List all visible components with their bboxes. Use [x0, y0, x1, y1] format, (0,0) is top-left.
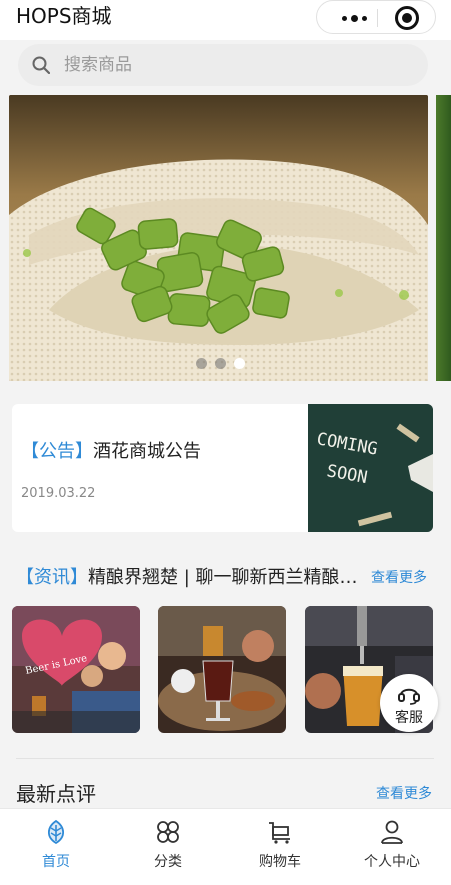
carousel-indicator — [196, 358, 245, 369]
header: HOPS商城 — [0, 0, 451, 40]
news-tag: 【资讯】 — [16, 567, 88, 588]
next-slide-peek — [436, 95, 451, 381]
news-more-link[interactable]: 查看更多 — [371, 568, 427, 588]
news-headline[interactable]: 【资讯】精酿界翘楚 | 聊一聊新西兰精酿… — [16, 566, 356, 590]
customer-service-button[interactable]: 客服 — [380, 674, 438, 732]
news-thumbnails: Beer is Love — [12, 606, 433, 733]
headset-icon — [398, 688, 420, 705]
coming-soon-image: COMING SOON — [308, 404, 433, 532]
search-icon — [32, 56, 50, 74]
news-text: 精酿界翘楚 | 聊一聊新西兰精酿… — [88, 567, 356, 588]
carousel-dot[interactable] — [196, 358, 207, 369]
capsule-divider — [377, 9, 378, 27]
section-divider — [16, 758, 434, 759]
customer-service-label: 客服 — [395, 710, 423, 726]
leaf-icon — [47, 819, 65, 845]
tab-profile[interactable]: 个人中心 — [336, 809, 448, 885]
announcement-tag: 【公告】 — [21, 441, 93, 462]
more-icon[interactable] — [331, 8, 377, 28]
cart-icon — [269, 822, 290, 844]
tab-label: 个人中心 — [364, 854, 420, 870]
carousel-dot-active[interactable] — [234, 358, 245, 369]
tab-home[interactable]: 首页 — [0, 809, 112, 885]
banner-carousel[interactable] — [9, 95, 428, 381]
tab-cart[interactable]: 购物车 — [224, 809, 336, 885]
app-title: HOPS商城 — [16, 4, 112, 28]
reviews-more-link[interactable]: 查看更多 — [376, 784, 432, 804]
tab-label: 首页 — [42, 854, 70, 870]
announcement-title: 【公告】酒花商城公告 — [21, 440, 201, 464]
search-placeholder: 搜索商品 — [64, 55, 132, 75]
mini-program-capsule — [316, 0, 436, 34]
news-header: 【资讯】精酿界翘楚 | 聊一聊新西兰精酿… 查看更多 — [16, 566, 434, 592]
tab-label: 购物车 — [259, 854, 301, 870]
tab-category[interactable]: 分类 — [112, 809, 224, 885]
bottom-tab-bar: 首页 分类 购物车 个人中心 — [0, 808, 451, 885]
news-thumb-2[interactable] — [158, 606, 286, 733]
announcement-text: 酒花商城公告 — [93, 441, 201, 462]
hops-bag-image — [9, 95, 428, 381]
announcement-date: 2019.03.22 — [21, 486, 96, 501]
search-input[interactable]: 搜索商品 — [18, 44, 428, 86]
carousel-dot[interactable] — [215, 358, 226, 369]
news-thumb-1[interactable]: Beer is Love — [12, 606, 140, 733]
user-icon — [381, 820, 403, 844]
close-target-icon[interactable] — [395, 6, 419, 30]
grid-icon — [157, 821, 179, 843]
announcement-card[interactable]: 【公告】酒花商城公告 2019.03.22 COMING SOON — [12, 404, 433, 532]
reviews-title: 最新点评 — [16, 782, 96, 806]
tab-label: 分类 — [154, 854, 182, 870]
